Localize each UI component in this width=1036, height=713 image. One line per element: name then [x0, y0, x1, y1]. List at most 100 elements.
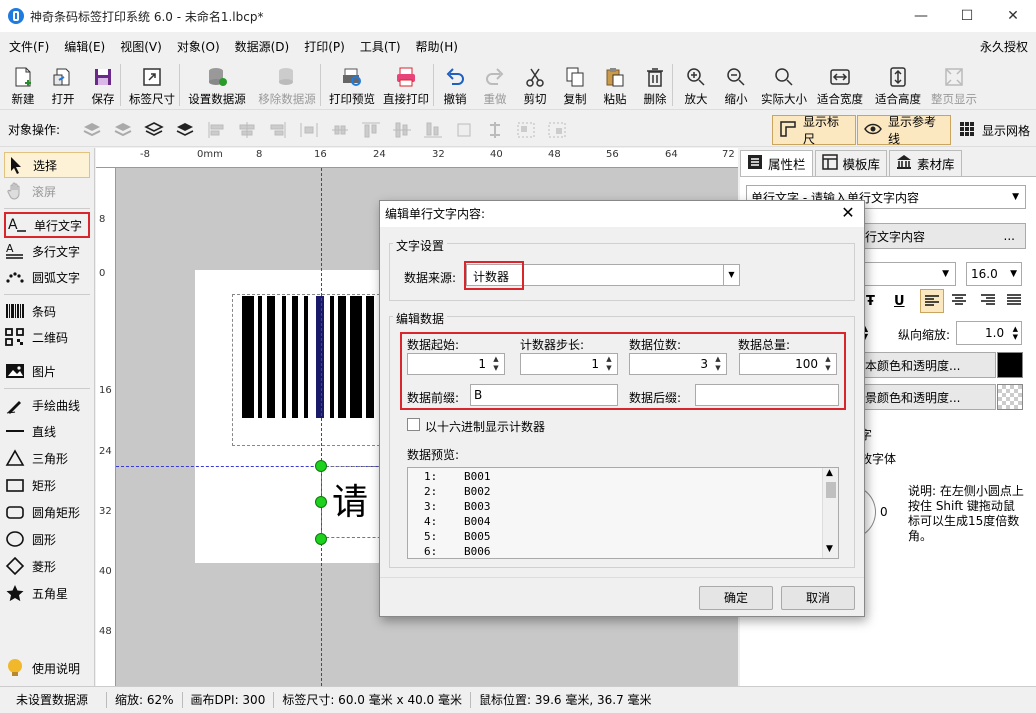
tool-single-text[interactable]: A 单行文字 — [4, 212, 90, 238]
print-preview-button[interactable]: 打印预览 — [327, 60, 377, 108]
tool-select[interactable]: 选择 — [4, 152, 90, 178]
spin-arrows[interactable]: ▲ ▼ — [490, 355, 502, 373]
rotate-handle[interactable] — [315, 496, 327, 508]
set-datasource-button[interactable]: 设置数据源 — [186, 60, 248, 108]
new-button[interactable]: 新建 — [8, 60, 38, 108]
align-top-icon[interactable] — [359, 119, 383, 141]
close-window-button[interactable]: ✕ — [990, 0, 1036, 32]
start-input[interactable]: 1 ▲ ▼ — [407, 353, 505, 375]
menu-file[interactable]: 文件(F) — [3, 38, 55, 55]
direct-print-button[interactable]: 直接打印 — [381, 60, 431, 108]
label-size-button[interactable]: 标签尺寸 — [127, 60, 177, 108]
scroll-thumb[interactable] — [826, 482, 836, 498]
remove-datasource-button[interactable]: 移除数据源 — [256, 60, 318, 108]
spin-arrows[interactable]: ▲ ▼ — [603, 355, 615, 373]
font-size-select[interactable]: 16.0 ▼ — [966, 262, 1022, 286]
page-display-button[interactable]: 整页显示 — [929, 60, 979, 108]
resize-handle[interactable] — [315, 460, 327, 472]
scroll-up-icon[interactable]: ▲ — [826, 468, 833, 478]
tool-diamond[interactable]: 菱形 — [4, 553, 90, 579]
distribute-h-icon[interactable] — [297, 119, 321, 141]
show-guides-toggle[interactable]: 显示参考线 — [857, 115, 951, 146]
tab-properties[interactable]: 属性栏 — [740, 150, 813, 176]
same-width-icon[interactable] — [452, 119, 476, 141]
tool-freehand[interactable]: 手绘曲线 — [4, 392, 90, 418]
minimize-button[interactable]: — — [898, 0, 944, 32]
prefix-input[interactable]: B — [470, 384, 618, 406]
layer-bottom-icon[interactable] — [173, 119, 197, 141]
cancel-button[interactable]: 取消 — [781, 586, 855, 610]
dialog-close-button[interactable]: ✕ — [838, 203, 858, 223]
menu-view[interactable]: 视图(V) — [114, 38, 168, 55]
align-center-icon[interactable] — [235, 119, 259, 141]
resize-handle[interactable] — [315, 533, 327, 545]
menu-edit[interactable]: 编辑(E) — [58, 38, 111, 55]
text-color-button[interactable]: 本颜色和透明度... — [860, 352, 996, 378]
scroll-down-icon[interactable]: ▼ — [826, 544, 833, 554]
preview-list[interactable]: 1: B001 2: B002 3: B003 4: B004 5: B005 6: B00… — [407, 467, 839, 559]
fit-height-button[interactable]: 适合高度 — [873, 60, 923, 108]
tab-templates[interactable]: 模板库 — [814, 150, 888, 176]
menu-datasource[interactable]: 数据源(D) — [229, 38, 296, 55]
tool-qrcode[interactable]: 二维码 — [4, 324, 90, 350]
align-middle-icon[interactable] — [390, 119, 414, 141]
actual-size-button[interactable]: 实际大小 — [759, 60, 809, 108]
align-bottom-icon[interactable] — [421, 119, 445, 141]
delete-button[interactable]: 删除 — [640, 60, 670, 108]
tool-barcode[interactable]: 条码 — [4, 298, 90, 324]
ungroup-icon[interactable] — [545, 119, 569, 141]
align-left-icon[interactable] — [204, 119, 228, 141]
tool-multi-text[interactable]: A 多行文字 — [4, 238, 90, 264]
same-height-icon[interactable] — [483, 119, 507, 141]
preview-scrollbar[interactable]: ▲ ▼ — [822, 468, 838, 558]
show-grid-toggle[interactable]: 显示网格 — [952, 115, 1036, 145]
underline-icon[interactable]: U — [894, 294, 905, 309]
license-link[interactable]: 永久授权 — [980, 38, 1028, 55]
tool-image[interactable]: 图片 — [4, 358, 90, 384]
align-right-icon[interactable] — [266, 119, 290, 141]
zoom-in-button[interactable]: 放大 — [681, 60, 711, 108]
tool-star[interactable]: 五角星 — [4, 580, 90, 606]
open-button[interactable]: 打开 — [48, 60, 78, 108]
copy-button[interactable]: 复制 — [560, 60, 590, 108]
menu-object[interactable]: 对象(O) — [171, 38, 226, 55]
spin-arrows[interactable]: ▲ ▼ — [822, 355, 834, 373]
ok-button[interactable]: 确定 — [699, 586, 773, 610]
show-ruler-toggle[interactable]: 显示标尺 — [772, 115, 856, 146]
font-family-select[interactable]: ▼ — [860, 262, 956, 286]
justify-text-icon[interactable] — [1006, 293, 1022, 310]
align-left-text-icon[interactable] — [920, 289, 944, 313]
dropdown-button[interactable]: ▼ — [723, 265, 739, 285]
guide-line-vertical[interactable] — [321, 168, 322, 686]
total-input[interactable]: 100 ▲ ▼ — [739, 353, 837, 375]
bg-color-button[interactable]: 景颜色和透明度... — [860, 384, 996, 410]
distribute-v-icon[interactable] — [328, 119, 352, 141]
zoom-out-button[interactable]: 缩小 — [721, 60, 751, 108]
align-center-text-icon[interactable] — [951, 293, 967, 310]
strike-icon[interactable]: Ŧ — [866, 294, 875, 309]
tool-line[interactable]: 直线 — [4, 418, 90, 444]
layer-down-icon[interactable] — [111, 119, 135, 141]
undo-button[interactable]: 撤销 — [440, 60, 470, 108]
tool-rect[interactable]: 矩形 — [4, 472, 90, 498]
vscale-input[interactable]: 1.0 ▲ ▼ — [956, 321, 1022, 345]
menu-print[interactable]: 打印(P) — [298, 38, 351, 55]
layer-top-icon[interactable] — [142, 119, 166, 141]
help-button[interactable]: 使用说明 — [4, 655, 90, 681]
redo-button[interactable]: 重做 — [480, 60, 510, 108]
text-color-swatch[interactable] — [997, 352, 1023, 378]
save-button[interactable]: 保存 — [88, 60, 118, 108]
tool-arc-text[interactable]: 圆弧文字 — [4, 264, 90, 290]
tool-round-rect[interactable]: 圆角矩形 — [4, 499, 90, 525]
layer-up-icon[interactable] — [80, 119, 104, 141]
suffix-input[interactable] — [695, 384, 839, 406]
fit-width-button[interactable]: 适合宽度 — [815, 60, 865, 108]
hex-checkbox[interactable] — [407, 418, 420, 431]
paste-button[interactable]: 粘贴 — [600, 60, 630, 108]
menu-help[interactable]: 帮助(H) — [410, 38, 464, 55]
group-icon[interactable] — [514, 119, 538, 141]
tab-materials[interactable]: 素材库 — [889, 150, 962, 176]
bg-color-swatch[interactable] — [997, 384, 1023, 410]
tool-triangle[interactable]: 三角形 — [4, 445, 90, 471]
digits-input[interactable]: 3 ▲ ▼ — [629, 353, 727, 375]
